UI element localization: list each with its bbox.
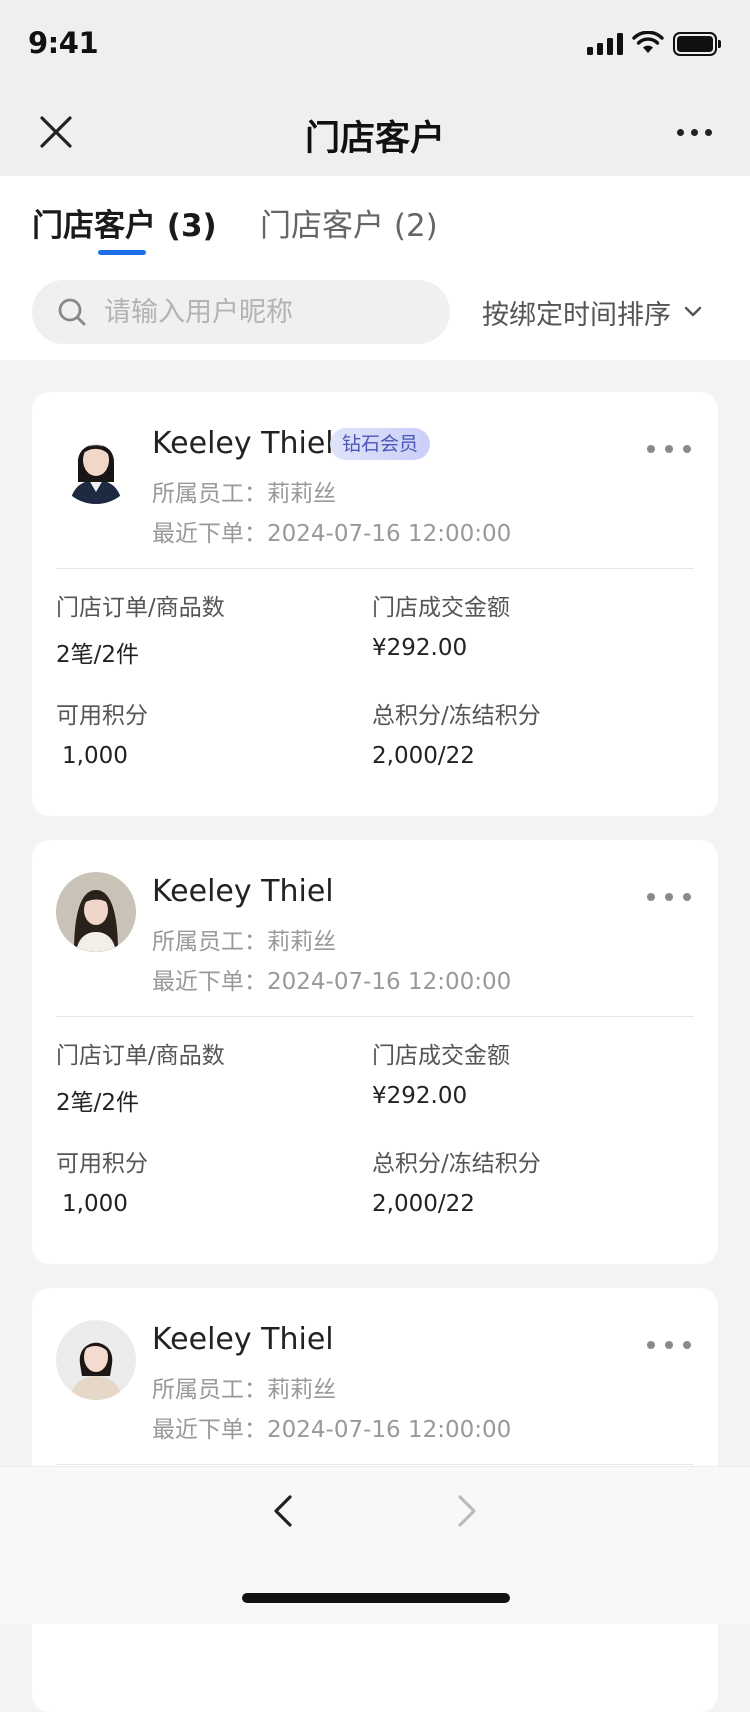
- search-icon: [58, 298, 86, 326]
- nav-bar: 门店客户: [0, 88, 750, 176]
- sort-dropdown[interactable]: 按绑定时间排序: [482, 286, 705, 338]
- card-more-icon[interactable]: [646, 886, 692, 906]
- total-frozen-points-label: 总积分/冻结积分: [372, 1151, 541, 1177]
- available-points-value: 1,000: [62, 1191, 128, 1217]
- avatar: [56, 424, 136, 504]
- status-time: 9:41: [28, 26, 99, 60]
- filter-header: 门店客户 (3) 门店客户 (2) 按绑定时间排序: [0, 176, 750, 360]
- total-frozen-points-value: 2,000/22: [372, 743, 475, 769]
- order-count-label: 门店订单/商品数: [56, 595, 225, 621]
- deal-amount-value: ¥292.00: [372, 1083, 468, 1109]
- recent-order-time: 最近下单：2024-07-16 12:00:00: [152, 969, 512, 995]
- top-area: 9:41 门店客户: [0, 0, 750, 176]
- back-arrow-icon[interactable]: [262, 1489, 306, 1533]
- active-tab-indicator: [98, 250, 146, 255]
- order-count-value: 2笔/2件: [56, 1090, 140, 1116]
- search-box[interactable]: [32, 280, 450, 344]
- customer-card[interactable]: Keeley Thiel 钻石会员 所属员工：莉莉丝 最近下单：2024-07-…: [32, 392, 718, 816]
- home-indicator: [242, 1593, 510, 1603]
- member-level-badge: 钻石会员: [330, 428, 431, 460]
- page-title: 门店客户: [304, 119, 445, 159]
- wifi-icon: [632, 31, 664, 53]
- more-menu-icon[interactable]: [672, 112, 718, 152]
- total-frozen-points-value: 2,000/22: [372, 1191, 475, 1217]
- forward-arrow-icon[interactable]: [444, 1489, 488, 1533]
- divider: [56, 1016, 694, 1017]
- divider: [56, 1464, 694, 1465]
- cellular-signal-icon: [587, 33, 623, 55]
- available-points-value: 1,000: [62, 743, 128, 769]
- assigned-staff: 所属员工：莉莉丝: [152, 481, 336, 507]
- chevron-down-icon: [684, 306, 702, 317]
- deal-amount-value: ¥292.00: [372, 635, 468, 661]
- recent-order-time: 最近下单：2024-07-16 12:00:00: [152, 521, 512, 547]
- order-count-value: 2笔/2件: [56, 642, 140, 668]
- sort-label: 按绑定时间排序: [482, 299, 671, 331]
- tab-store-customers-active[interactable]: 门店客户 (3): [32, 200, 217, 245]
- deal-amount-label: 门店成交金额: [372, 1043, 510, 1069]
- bottom-navigation-bar: [0, 1466, 750, 1624]
- available-points-label: 可用积分: [56, 1151, 148, 1177]
- assigned-staff: 所属员工：莉莉丝: [152, 929, 336, 955]
- status-bar: 9:41: [0, 0, 750, 88]
- customer-card[interactable]: Keeley Thiel 所属员工：莉莉丝 最近下单：2024-07-16 12…: [32, 840, 718, 1264]
- divider: [56, 568, 694, 569]
- battery-icon: [673, 32, 721, 56]
- customer-name: Keeley Thiel: [152, 874, 334, 909]
- tab-store-customers-other[interactable]: 门店客户 (2): [260, 200, 438, 245]
- recent-order-time: 最近下单：2024-07-16 12:00:00: [152, 1417, 512, 1443]
- total-frozen-points-label: 总积分/冻结积分: [372, 703, 541, 729]
- deal-amount-label: 门店成交金额: [372, 595, 510, 621]
- card-more-icon[interactable]: [646, 438, 692, 458]
- available-points-label: 可用积分: [56, 703, 148, 729]
- avatar: [56, 1320, 136, 1400]
- customer-name: Keeley Thiel: [152, 1322, 334, 1357]
- card-more-icon[interactable]: [646, 1334, 692, 1354]
- avatar: [56, 872, 136, 952]
- assigned-staff: 所属员工：莉莉丝: [152, 1377, 336, 1403]
- customer-name: Keeley Thiel: [152, 426, 334, 461]
- order-count-label: 门店订单/商品数: [56, 1043, 225, 1069]
- search-input[interactable]: [104, 280, 434, 344]
